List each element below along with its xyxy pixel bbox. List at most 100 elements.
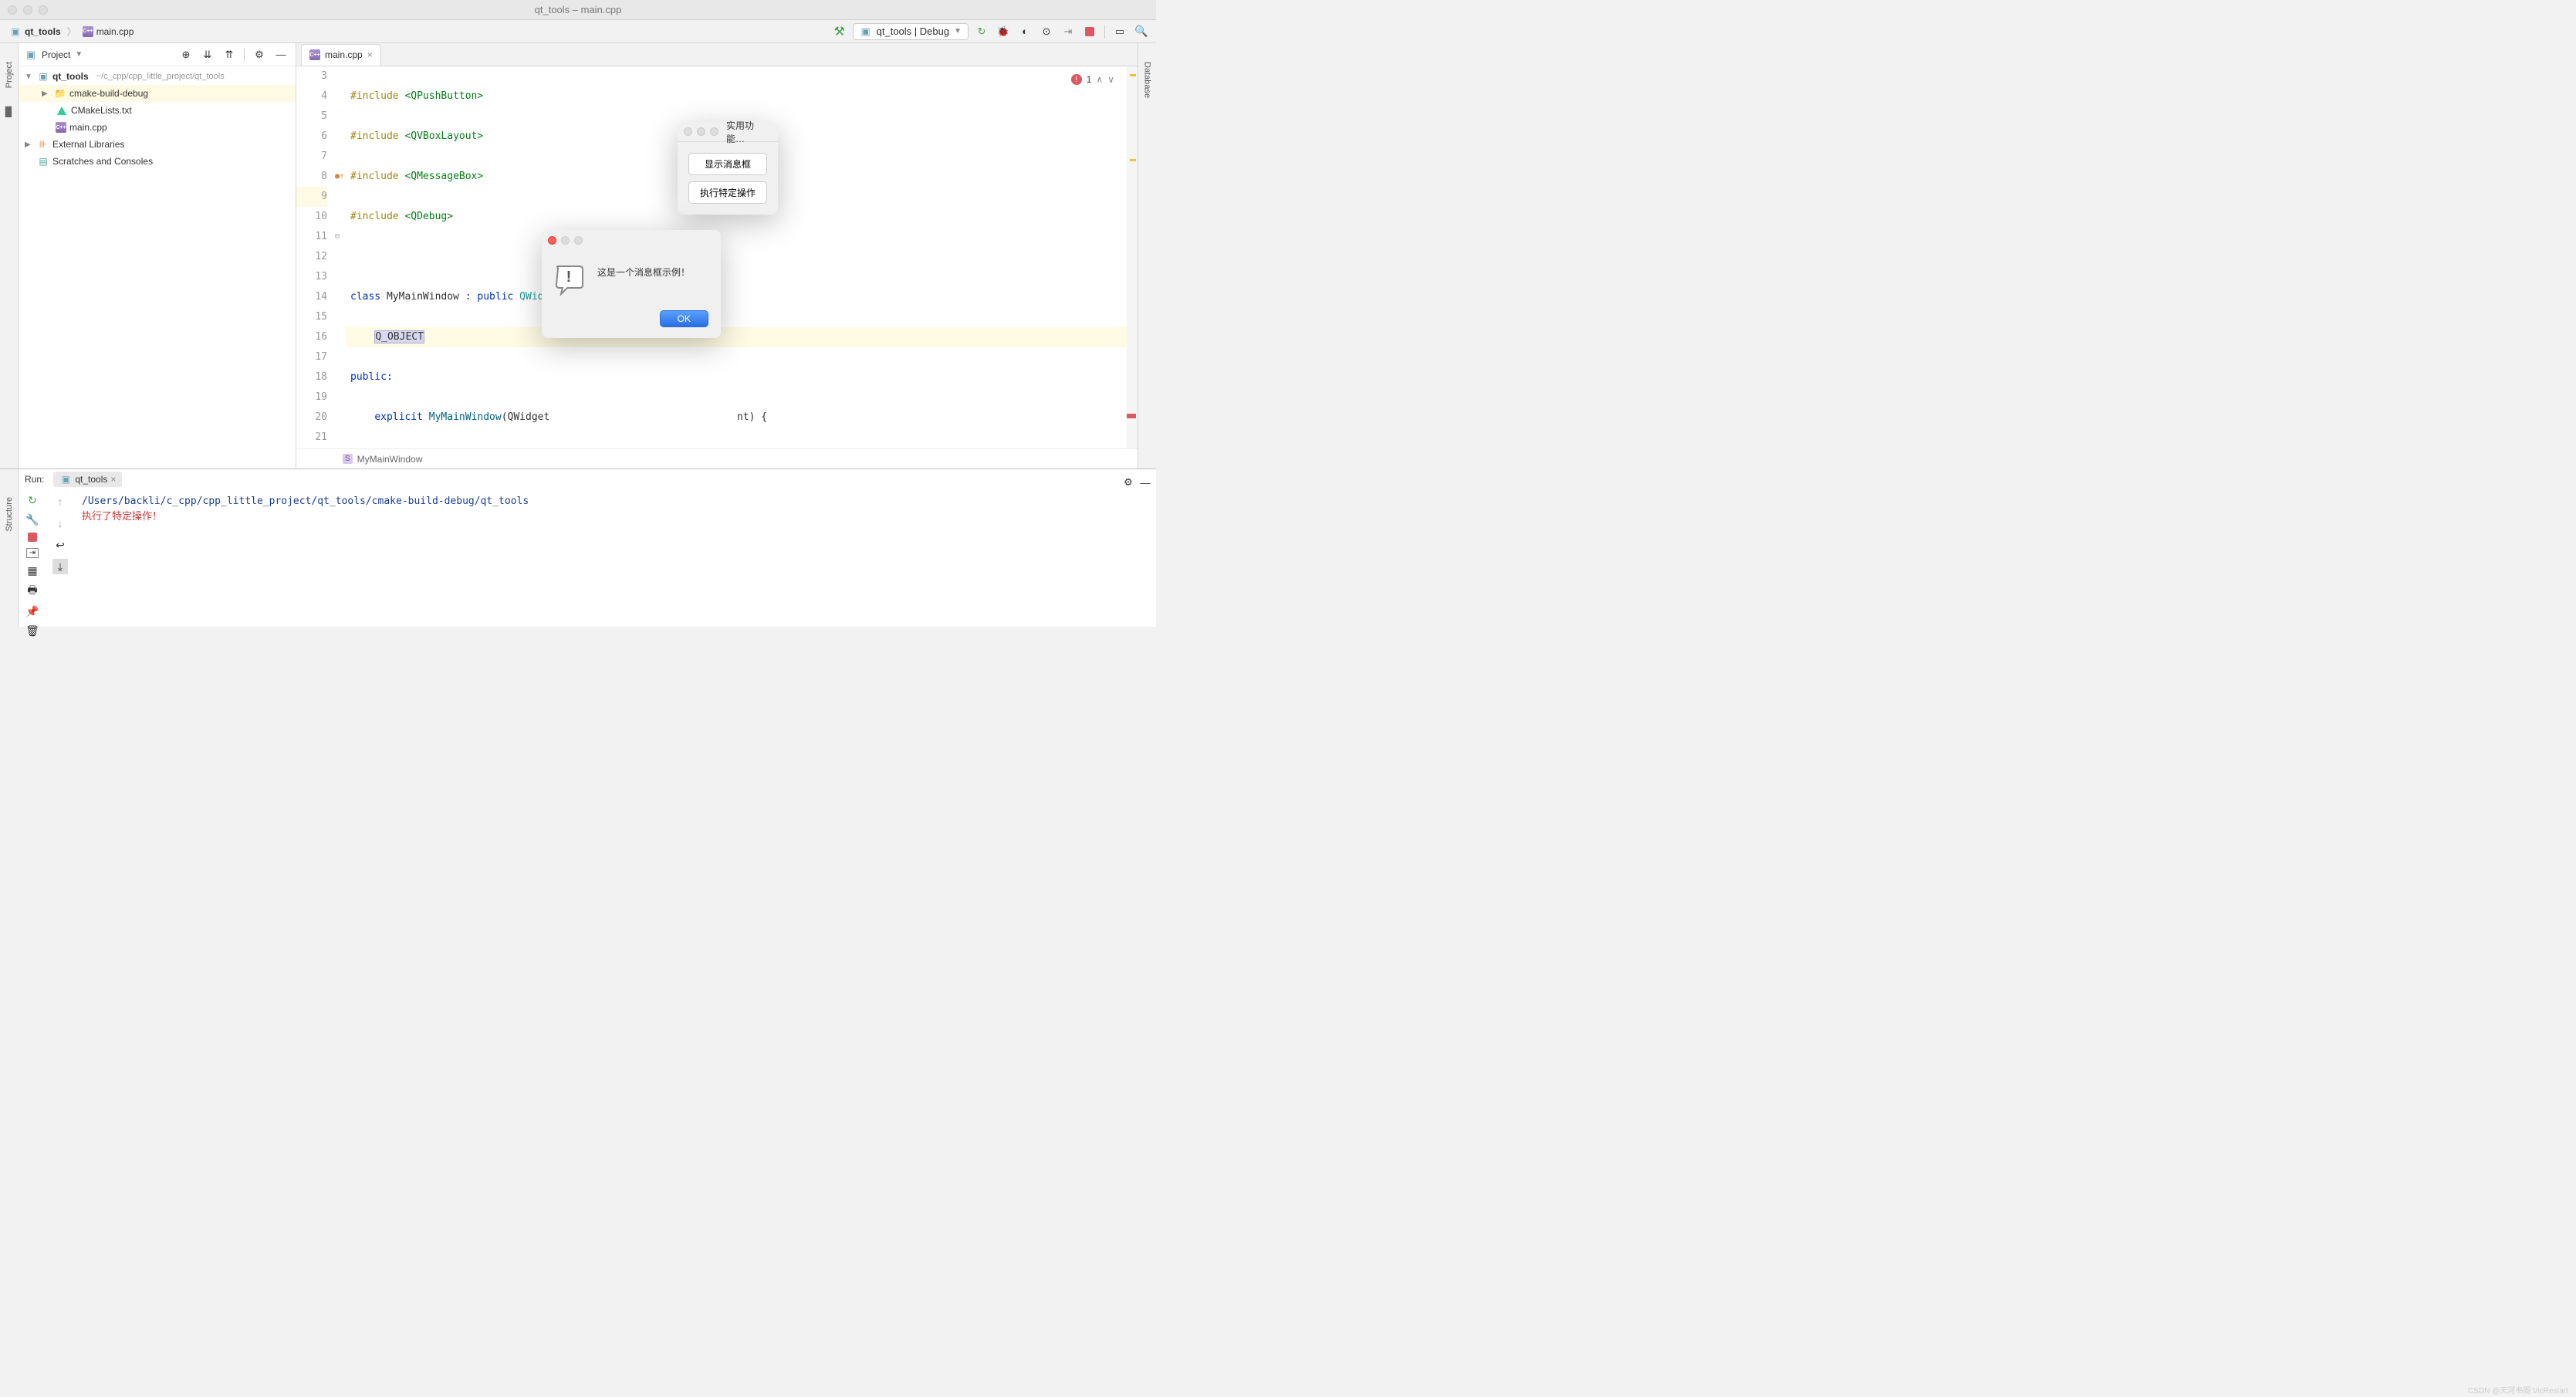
libraries-icon: ⊪ (37, 138, 49, 151)
close-window-icon[interactable] (8, 5, 17, 15)
run-tab[interactable]: ▣ qt_tools × (53, 472, 122, 487)
tree-maincpp[interactable]: C++ main.cpp (19, 119, 296, 136)
run-toolbar-2: ↑ ↓ ↩ ⤓ (46, 469, 74, 627)
expand-arrow-icon: ▼ (25, 73, 34, 81)
hide-panel-button[interactable]: — (272, 46, 289, 63)
project-panel-header: ▣ Project ▼ ⊕ ⇊ ⇈ ⚙ — (19, 43, 296, 66)
fold-gutter: ●↑ ⊟ (335, 66, 346, 448)
maximize-icon[interactable] (710, 127, 718, 136)
cpp-file-icon: C++ (83, 26, 93, 37)
coverage-button[interactable]: ◐ (1016, 23, 1033, 40)
run-console[interactable]: /Users/backli/c_cpp/cpp_little_project/q… (74, 469, 1117, 627)
project-tree[interactable]: ▼ ▣ qt_tools ~/c_cpp/cpp_little_project/… (19, 66, 296, 468)
scroll-to-end-button[interactable]: ⤓ (52, 559, 68, 574)
scratches-icon: ▤ (37, 155, 49, 167)
print-button[interactable]: 🖶 (25, 583, 40, 599)
profile-button[interactable]: ⊙ (1038, 23, 1055, 40)
window-title: qt_tools – main.cpp (535, 4, 622, 15)
search-everywhere-button[interactable]: 🔍 (1133, 23, 1150, 40)
database-tool-tab[interactable]: Database (1141, 59, 1154, 101)
maximize-window-icon[interactable] (39, 5, 48, 15)
rerun-button[interactable]: ↻ (25, 494, 40, 507)
expand-arrow-icon: ▶ (42, 90, 51, 98)
stop-button[interactable] (1081, 23, 1098, 40)
line-gutter: 3456789101112131415161718192021 (296, 66, 335, 448)
qt-app-titlebar[interactable]: 实用功能… (678, 122, 778, 142)
folder-icon: ▣ (37, 70, 49, 83)
chevron-down-icon[interactable]: ▼ (75, 50, 83, 59)
cpp-file-icon: C++ (56, 122, 66, 133)
select-opened-file-button[interactable]: ⊕ (177, 46, 194, 63)
tree-scratches[interactable]: ▤ Scratches and Consoles (19, 153, 296, 170)
tree-root[interactable]: ▼ ▣ qt_tools ~/c_cpp/cpp_little_project/… (19, 68, 296, 85)
qt-app-window[interactable]: 实用功能… 显示消息框 执行特定操作 (678, 122, 778, 215)
debug-button[interactable]: 🐞 (995, 23, 1012, 40)
minimize-icon[interactable] (697, 127, 705, 136)
run-panel-header: Run: ▣ qt_tools × (19, 468, 128, 490)
trash-button[interactable]: 🗑 (25, 624, 40, 638)
collapse-all-button[interactable]: ⇈ (221, 46, 238, 63)
run-toolbar: ↻ 🔧 ⇥ ▦ 🖶 📌 🗑 (19, 469, 46, 627)
project-view-icon: ▣ (25, 49, 37, 61)
layout-settings-button[interactable]: ▭ (1111, 23, 1128, 40)
settings-icon[interactable]: ⚙ (251, 46, 268, 63)
cmake-icon (56, 104, 68, 117)
minimize-window-icon[interactable] (23, 5, 32, 15)
pin-button[interactable]: 📌 (25, 605, 40, 618)
minimize-icon[interactable] (561, 236, 570, 245)
message-box-titlebar[interactable] (542, 230, 721, 250)
tree-cmake-build[interactable]: ▶ 📁 cmake-build-debug (19, 85, 296, 102)
expand-arrow-icon: ▶ (25, 140, 34, 149)
run-tool-window: Run: ▣ qt_tools × Structure ↻ 🔧 ⇥ ▦ 🖶 📌 … (0, 468, 1156, 627)
stop-button[interactable] (25, 533, 40, 542)
down-icon[interactable]: ↓ (52, 516, 68, 531)
breadcrumb-file[interactable]: C++ main.cpp (79, 25, 137, 39)
close-tab-icon[interactable]: × (110, 474, 116, 485)
bookmarks-icon[interactable]: ▉ (5, 107, 12, 117)
error-stripe[interactable] (1127, 66, 1138, 448)
struct-icon: S (343, 454, 353, 464)
ok-button[interactable]: OK (660, 310, 708, 327)
project-panel: ▣ Project ▼ ⊕ ⇊ ⇈ ⚙ — ▼ ▣ qt_tools ~/c_c… (19, 43, 296, 468)
hide-panel-button[interactable]: — (1139, 474, 1151, 491)
editor-breadcrumbs: S MyMainWindow (296, 448, 1138, 468)
soft-wrap-button[interactable]: ↩ (52, 537, 68, 553)
wrench-icon[interactable]: 🔧 (25, 513, 40, 526)
close-tab-icon[interactable]: × (367, 49, 373, 60)
settings-icon[interactable]: ⚙ (1122, 474, 1134, 491)
run-button[interactable]: ↻ (973, 23, 990, 40)
run-configuration-selector[interactable]: ▣ qt_tools | Debug ▼ (853, 23, 969, 40)
right-tool-stripe: Database (1138, 43, 1156, 468)
svg-text:!: ! (566, 269, 572, 286)
attach-button[interactable]: ⇥ (1060, 23, 1077, 40)
editor-tabs: C++ main.cpp × (296, 43, 1138, 66)
layout-button[interactable]: ▦ (25, 564, 40, 577)
target-icon: ▣ (860, 25, 872, 38)
tree-cmakelists[interactable]: CMakeLists.txt (19, 102, 296, 119)
navigation-bar: ▣ qt_tools 〉 C++ main.cpp ⚒ ▣ qt_tools |… (0, 20, 1156, 43)
project-tool-tab[interactable]: Project (3, 59, 15, 91)
info-icon: ! (554, 264, 587, 296)
structure-tool-tab[interactable]: Structure (3, 494, 15, 535)
left-tool-stripe: Project ▉ (0, 43, 19, 468)
maximize-icon[interactable] (574, 236, 583, 245)
breadcrumb-project[interactable]: ▣ qt_tools (6, 24, 64, 39)
exit-button[interactable]: ⇥ (26, 548, 39, 558)
folder-icon: 📁 (54, 87, 66, 100)
target-icon: ▣ (59, 473, 72, 485)
cpp-file-icon: C++ (309, 49, 320, 60)
message-box[interactable]: ! 这是一个消息框示例！ OK (542, 230, 721, 338)
close-icon[interactable] (684, 127, 692, 136)
breadcrumb: ▣ qt_tools 〉 C++ main.cpp (6, 24, 137, 39)
project-icon: ▣ (9, 25, 22, 38)
titlebar: qt_tools – main.cpp (0, 0, 1156, 20)
left-stripe-bottom: Structure (0, 469, 19, 627)
tree-external-libs[interactable]: ▶ ⊪ External Libraries (19, 136, 296, 153)
close-icon[interactable] (548, 236, 556, 245)
build-button[interactable]: ⚒ (831, 23, 848, 40)
perform-action-button[interactable]: 执行特定操作 (688, 181, 767, 204)
show-message-button[interactable]: 显示消息框 (688, 153, 767, 175)
up-icon[interactable]: ↑ (52, 494, 68, 509)
expand-all-button[interactable]: ⇊ (199, 46, 216, 63)
editor-tab-maincpp[interactable]: C++ main.cpp × (301, 44, 381, 66)
